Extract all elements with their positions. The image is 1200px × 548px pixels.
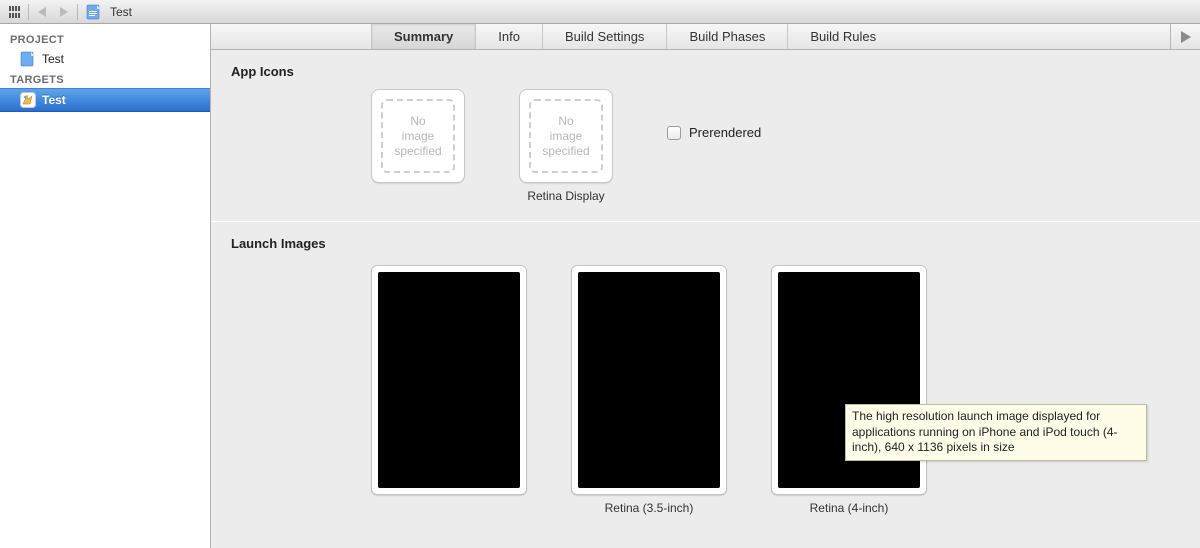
- tooltip: The high resolution launch image display…: [845, 404, 1147, 461]
- sidebar-section-project: PROJECT: [0, 30, 210, 48]
- launch-image-thumbnail: [578, 272, 720, 488]
- launch-caption-retina35: Retina (3.5-inch): [605, 501, 694, 515]
- tab-build-settings[interactable]: Build Settings: [542, 24, 667, 49]
- forward-icon[interactable]: [55, 3, 73, 21]
- tab-info[interactable]: Info: [475, 24, 542, 49]
- summary-content: App Icons No image specified No image sp…: [211, 50, 1200, 548]
- sidebar-target-label: Test: [42, 93, 66, 107]
- launch-image-well-standard[interactable]: [371, 265, 527, 515]
- breadcrumb-file-name[interactable]: Test: [110, 5, 132, 19]
- tab-summary[interactable]: Summary: [371, 24, 475, 49]
- prerendered-checkbox-row[interactable]: Prerendered: [667, 125, 761, 140]
- section-title-app-icons: App Icons: [211, 50, 1200, 79]
- section-title-launch-images: Launch Images: [211, 222, 1200, 251]
- project-navigator: PROJECT Test TARGETS Test: [0, 24, 211, 548]
- app-icon-placeholder: No image specified: [529, 99, 603, 173]
- tab-build-rules[interactable]: Build Rules: [787, 24, 898, 49]
- app-icon-caption-retina: Retina Display: [527, 189, 604, 203]
- app-icon-well-retina[interactable]: No image specified Retina Display: [519, 89, 613, 203]
- sidebar-project-label: Test: [42, 52, 64, 66]
- sidebar-section-targets: TARGETS: [0, 70, 210, 88]
- app-icon-well-standard[interactable]: No image specified: [371, 89, 465, 203]
- related-items-icon[interactable]: [6, 3, 24, 21]
- checkbox-icon[interactable]: [667, 126, 681, 140]
- launch-caption-retina4: Retina (4-inch): [810, 501, 889, 515]
- launch-image-well-retina35[interactable]: Retina (3.5-inch): [571, 265, 727, 515]
- back-icon[interactable]: [33, 3, 51, 21]
- app-icon-placeholder: No image specified: [381, 99, 455, 173]
- editor-area: Summary Info Build Settings Build Phases…: [211, 24, 1200, 548]
- prerendered-label: Prerendered: [689, 125, 761, 140]
- launch-image-thumbnail: [378, 272, 520, 488]
- xcode-project-icon: [20, 51, 36, 67]
- launch-image-well-retina4[interactable]: Retina (4-inch): [771, 265, 927, 515]
- breadcrumb-toolbar: Test: [0, 0, 1200, 24]
- sidebar-project-item[interactable]: Test: [0, 48, 210, 70]
- app-target-icon: [20, 92, 36, 108]
- tab-build-phases[interactable]: Build Phases: [666, 24, 787, 49]
- run-icon[interactable]: [1170, 24, 1200, 49]
- separator: [77, 4, 78, 20]
- project-file-icon: [86, 4, 102, 20]
- separator: [28, 4, 29, 20]
- target-editor-tabs: Summary Info Build Settings Build Phases…: [211, 24, 1200, 50]
- sidebar-target-item[interactable]: Test: [0, 88, 210, 112]
